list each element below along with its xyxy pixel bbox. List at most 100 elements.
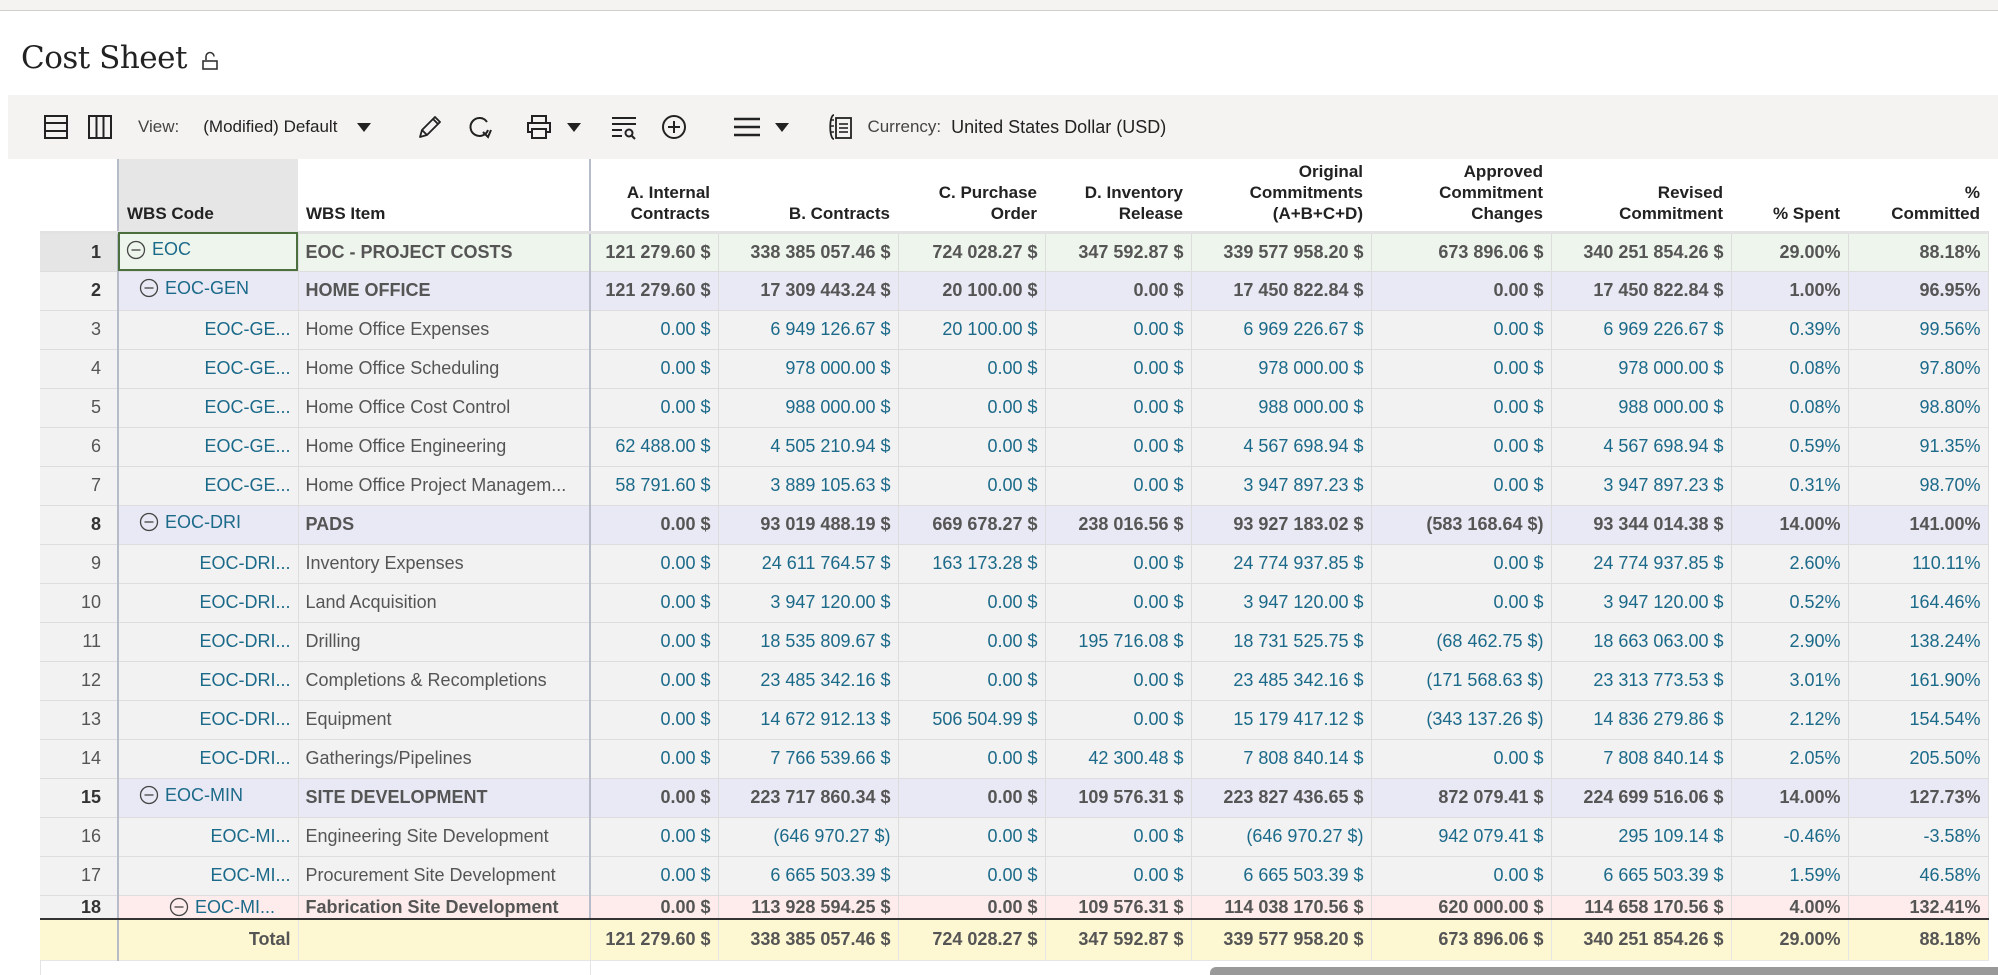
cell-spent[interactable]: 2.60% — [1731, 544, 1849, 584]
wbs-item-cell[interactable]: Home Office Project Managem... — [298, 466, 591, 506]
wbs-code-link[interactable]: EOC-GE... — [204, 397, 290, 418]
cell-po[interactable]: 0.00 $ — [898, 778, 1046, 818]
cell-original[interactable]: 988 000.00 $ — [1191, 388, 1372, 428]
wbs-code-cell[interactable]: EOC-DRI... — [117, 739, 299, 779]
cell-internal[interactable]: 0.00 $ — [590, 739, 719, 779]
cell-revised[interactable]: 7 808 840.14 $ — [1551, 739, 1732, 779]
wbs-code-link[interactable]: EOC — [152, 239, 191, 260]
column-header-original[interactable]: Original Commitments (A+B+C+D) — [1191, 159, 1371, 234]
cell-revised[interactable]: 3 947 120.00 $ — [1551, 583, 1732, 623]
wbs-code-cell[interactable]: EOC-MI... — [117, 817, 299, 857]
cell-internal[interactable]: 0.00 $ — [590, 349, 719, 389]
row-layout-icon[interactable] — [42, 107, 70, 147]
wbs-item-cell[interactable]: SITE DEVELOPMENT — [298, 778, 591, 818]
cell-inventory[interactable]: 195 716.08 $ — [1045, 622, 1192, 662]
cell-contracts[interactable]: 6 665 503.39 $ — [718, 856, 899, 896]
cell-approved[interactable]: 0.00 $ — [1371, 388, 1552, 428]
cell-inventory[interactable]: 0.00 $ — [1045, 544, 1192, 584]
cell-committed[interactable]: 97.80% — [1848, 349, 1989, 389]
cell-contracts[interactable]: 3 947 120.00 $ — [718, 583, 899, 623]
cell-inventory[interactable]: 0.00 $ — [1045, 349, 1192, 389]
cell-spent[interactable]: 2.90% — [1731, 622, 1849, 662]
cell-spent[interactable]: 0.31% — [1731, 466, 1849, 506]
table-row[interactable]: 5 EOC-GE... Home Office Cost Control 0.00 $… — [40, 388, 1989, 428]
column-header-approved[interactable]: Approved Commitment Changes — [1371, 159, 1551, 234]
table-row[interactable]: 7 EOC-GE... Home Office Project Managem...… — [40, 466, 1989, 506]
cell-approved[interactable]: 673 896.06 $ — [1371, 232, 1552, 272]
table-row[interactable]: 10 EOC-DRI... Land Acquisition 0.00 $3 947 … — [40, 583, 1989, 623]
cell-internal[interactable]: 62 488.00 $ — [590, 427, 719, 467]
wbs-code-cell[interactable]: EOC-GEN — [117, 271, 299, 311]
column-header-committed[interactable]: % Committed — [1848, 159, 1988, 234]
cell-revised[interactable]: 14 836 279.86 $ — [1551, 700, 1732, 740]
wbs-item-cell[interactable]: Engineering Site Development — [298, 817, 591, 857]
cell-revised[interactable]: 6 665 503.39 $ — [1551, 856, 1732, 896]
cell-contracts[interactable]: 988 000.00 $ — [718, 388, 899, 428]
cell-po[interactable]: 724 028.27 $ — [898, 232, 1046, 272]
wbs-item-cell[interactable]: Home Office Engineering — [298, 427, 591, 467]
cell-original[interactable]: 15 179 417.12 $ — [1191, 700, 1372, 740]
cell-original[interactable]: 3 947 120.00 $ — [1191, 583, 1372, 623]
find-icon[interactable] — [609, 107, 639, 147]
collapse-icon[interactable] — [139, 785, 159, 805]
column-header-inventory[interactable]: D. Inventory Release — [1045, 159, 1191, 234]
cell-original[interactable]: 24 774 937.85 $ — [1191, 544, 1372, 584]
cell-internal[interactable]: 0.00 $ — [590, 778, 719, 818]
cell-committed[interactable]: 98.70% — [1848, 466, 1989, 506]
wbs-code-link[interactable]: EOC-DRI... — [199, 709, 290, 730]
column-header-wbs-code[interactable]: WBS Code — [117, 159, 298, 234]
wbs-item-cell[interactable]: Home Office Cost Control — [298, 388, 591, 428]
cell-approved[interactable]: (171 568.63 $) — [1371, 661, 1552, 701]
cell-revised[interactable]: 988 000.00 $ — [1551, 388, 1732, 428]
cell-spent[interactable]: 0.08% — [1731, 388, 1849, 428]
cell-revised[interactable]: 24 774 937.85 $ — [1551, 544, 1732, 584]
wbs-code-cell[interactable]: EOC-DRI... — [117, 583, 299, 623]
wbs-code-cell[interactable]: EOC-MIN — [117, 778, 299, 818]
table-row[interactable]: 4 EOC-GE... Home Office Scheduling 0.00 $97… — [40, 349, 1989, 389]
wbs-item-cell[interactable]: Procurement Site Development — [298, 856, 591, 896]
table-row[interactable]: 2 EOC-GEN HOME OFFICE 121 279.60 $17 309 44… — [40, 271, 1989, 311]
cell-contracts[interactable]: 338 385 057.46 $ — [718, 232, 899, 272]
cell-revised[interactable]: 23 313 773.53 $ — [1551, 661, 1732, 701]
cell-inventory[interactable]: 109 576.31 $ — [1045, 778, 1192, 818]
wbs-code-link[interactable]: EOC-DRI... — [199, 748, 290, 769]
wbs-code-link[interactable]: EOC-GE... — [204, 358, 290, 379]
cell-spent[interactable]: 0.59% — [1731, 427, 1849, 467]
column-header-revised[interactable]: Revised Commitment — [1551, 159, 1731, 234]
cell-spent[interactable]: 1.00% — [1731, 271, 1849, 311]
cell-committed[interactable]: 164.46% — [1848, 583, 1989, 623]
cell-contracts[interactable]: 3 889 105.63 $ — [718, 466, 899, 506]
table-row[interactable]: 9 EOC-DRI... Inventory Expenses 0.00 $24 61… — [40, 544, 1989, 584]
cell-spent[interactable]: 0.52% — [1731, 583, 1849, 623]
wbs-code-link[interactable]: EOC-GE... — [204, 475, 290, 496]
cell-inventory[interactable]: 238 016.56 $ — [1045, 505, 1192, 545]
cell-revised[interactable]: 295 109.14 $ — [1551, 817, 1732, 857]
wbs-code-link[interactable]: EOC-MI... — [211, 865, 291, 886]
cell-committed[interactable]: 154.54% — [1848, 700, 1989, 740]
cell-po[interactable]: 0.00 $ — [898, 583, 1046, 623]
wbs-item-cell[interactable]: Equipment — [298, 700, 591, 740]
cell-original[interactable]: (646 970.27 $) — [1191, 817, 1372, 857]
cell-committed[interactable]: 205.50% — [1848, 739, 1989, 779]
cell-committed[interactable]: 138.24% — [1848, 622, 1989, 662]
cell-committed[interactable]: 99.56% — [1848, 310, 1989, 350]
wbs-item-cell[interactable]: HOME OFFICE — [298, 271, 591, 311]
cell-original[interactable]: 223 827 436.65 $ — [1191, 778, 1372, 818]
wbs-item-cell[interactable]: Land Acquisition — [298, 583, 591, 623]
cell-po[interactable]: 0.00 $ — [898, 466, 1046, 506]
cell-committed[interactable]: 88.18% — [1848, 232, 1989, 272]
cell-po[interactable]: 0.00 $ — [898, 427, 1046, 467]
cell-po[interactable]: 0.00 $ — [898, 661, 1046, 701]
collapse-icon[interactable] — [139, 278, 159, 298]
cell-internal[interactable]: 0.00 $ — [590, 622, 719, 662]
cell-inventory[interactable]: 0.00 $ — [1045, 817, 1192, 857]
cell-po[interactable]: 0.00 $ — [898, 388, 1046, 428]
cell-po[interactable]: 0.00 $ — [898, 817, 1046, 857]
wbs-item-cell[interactable]: Inventory Expenses — [298, 544, 591, 584]
cell-inventory[interactable]: 42 300.48 $ — [1045, 739, 1192, 779]
cell-inventory[interactable]: 0.00 $ — [1045, 388, 1192, 428]
cell-revised[interactable]: 224 699 516.06 $ — [1551, 778, 1732, 818]
cell-internal[interactable]: 0.00 $ — [590, 661, 719, 701]
wbs-item-cell[interactable]: EOC - PROJECT COSTS — [298, 232, 591, 272]
cell-spent[interactable]: 0.08% — [1731, 349, 1849, 389]
